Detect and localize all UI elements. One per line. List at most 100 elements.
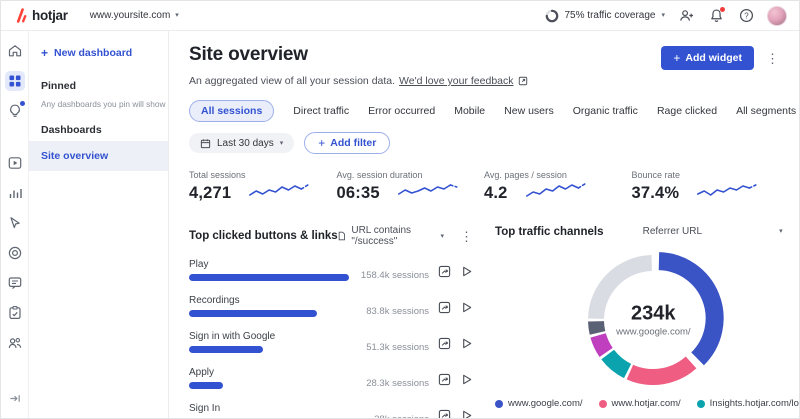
stat-total-sessions: Total sessions 4,271 [189,170,337,205]
widget-header: Top traffic channels Referrer URL ▾ ⋮ [495,225,799,238]
donut-segment-0[interactable] [658,252,724,366]
segment-tab-rage-clicked[interactable]: Rage clicked [657,105,717,117]
rail-item-heatmaps[interactable] [5,213,25,233]
bar-sessions-value: 51.3k sessions [366,342,430,353]
add-widget-label: Add widget [685,52,742,64]
sparkline-chart [525,183,586,197]
icon-rail [1,31,29,418]
legend-item-1[interactable]: www.hotjar.com/ [598,398,681,409]
rail-item-trends[interactable] [5,183,25,203]
bar-row-sign-in-with-google: Sign in with Google 51.3k sessions [189,331,473,353]
page-subtitle: An aggregated view of all your session d… [189,75,779,87]
help-button[interactable]: ? [737,7,755,25]
chevron-down-icon: ▾ [440,232,445,240]
stat-line: 4,271 [189,182,337,205]
stat-label: Avg. session duration [336,170,423,180]
segment-tab-mobile[interactable]: Mobile [454,105,485,117]
rail-item-goals[interactable] [5,243,25,263]
page-kebab-menu[interactable]: ⋮ [766,52,779,65]
notification-dot [720,6,725,12]
play-recordings-button[interactable] [460,409,473,418]
title-row: Site overview + Add widget ⋮ [189,44,779,70]
stat-line: 4.2 [484,182,632,205]
donut-legend: www.google.com/www.hotjar.com/Insights.h… [495,398,799,409]
add-filter-button[interactable]: + Add filter [304,132,391,154]
segment-tab-all-sessions[interactable]: All sessions [189,100,275,122]
site-selector-value: www.yoursite.com [89,10,171,21]
play-recordings-button[interactable] [460,373,473,391]
calendar-icon [200,138,211,148]
feedback-link[interactable]: We'd love your feedback [399,75,513,87]
rail-item-interviews[interactable] [5,333,25,353]
traffic-coverage-label: 75% traffic coverage [564,10,656,21]
open-heatmap-button[interactable] [438,373,451,391]
donut-segment-3[interactable] [590,332,614,358]
url-filter-dropdown[interactable]: URL contains "/success" ▾ [338,225,444,247]
hotjar-logo[interactable]: hotjar [13,8,68,23]
invite-user-button[interactable] [677,7,695,25]
play-recordings-button[interactable] [460,337,473,355]
stat-value: 06:35 [336,184,380,202]
date-range-label: Last 30 days [217,137,274,149]
play-recordings-button[interactable] [460,301,473,319]
open-heatmap-icon [438,373,451,386]
site-selector[interactable]: www.yoursite.com ▾ [90,10,179,21]
open-heatmap-button[interactable] [438,409,451,418]
recordings-icon [8,157,21,169]
segment-tab-new-users[interactable]: New users [504,105,554,117]
clicked-bar-list: Play 158.4k sessions Recordings 83.8k se… [189,259,473,418]
open-heatmap-button[interactable] [438,337,451,355]
rail-item-feedback[interactable] [5,273,25,293]
donut-segment-2[interactable] [601,349,632,379]
donut-segment-1[interactable] [626,356,697,385]
segment-tab-organic-traffic[interactable]: Organic traffic [573,105,638,117]
bar-row-recordings: Recordings 83.8k sessions [189,295,473,317]
stat-avg-pages-session: Avg. pages / session 4.2 [484,170,632,205]
open-heatmap-button[interactable] [438,301,451,319]
date-range-dropdown[interactable]: Last 30 days ▾ [189,133,295,153]
plus-icon: + [673,51,681,65]
interviews-icon [8,337,21,349]
rail-item-surveys[interactable] [5,303,25,323]
open-heatmap-icon [438,337,451,350]
all-segments-dropdown[interactable]: All segments 11 ▾ [736,105,799,117]
bar-group: Apply [189,367,349,389]
sidebar-item-site-overview[interactable]: Site overview [29,141,168,171]
play-recordings-button[interactable] [460,265,473,283]
open-heatmap-icon [438,301,451,314]
widget-top-traffic: Top traffic channels Referrer URL ▾ ⋮ 23… [481,225,799,418]
legend-label: Insights.hotjar.com/login [709,398,799,409]
play-recordings-icon [463,374,472,385]
filter-row: Last 30 days ▾ + Add filter [189,132,779,154]
donut-chart: 234k www.google.com/ [495,242,799,394]
donut-chart-svg[interactable] [548,242,758,394]
segment-tab-direct-traffic[interactable]: Direct traffic [293,105,349,117]
stat-line: 37.4% [632,182,780,205]
segment-tab-error-occurred[interactable]: Error occurred [368,105,435,117]
bar-track [189,274,349,281]
legend-item-0[interactable]: www.google.com/ [495,398,583,409]
widget-kebab-menu[interactable]: ⋮ [460,230,473,243]
stat-value: 4,271 [189,184,232,202]
new-dashboard-button[interactable]: + New dashboard [29,41,168,65]
legend-item-2[interactable]: Insights.hotjar.com/login [696,398,799,409]
donut-segment-4[interactable] [588,320,606,335]
rail-item-insights[interactable] [5,101,25,121]
legend-label: www.google.com/ [508,398,583,409]
bar-track [189,382,349,389]
notifications-button[interactable] [707,6,725,25]
traffic-coverage-control[interactable]: 75% traffic coverage ▾ [545,9,665,23]
collapse-sidebar-button[interactable] [8,392,21,410]
goals-icon [8,246,21,260]
open-heatmap-button[interactable] [438,265,451,283]
donut-segment-5[interactable] [588,255,653,320]
legend-dot-icon [495,399,504,408]
rail-item-home[interactable] [5,41,25,61]
user-avatar[interactable] [767,5,787,26]
rail-item-dashboards[interactable] [4,71,25,91]
pinned-empty-hint: Any dashboards you pin will show here [41,99,168,109]
bar-fill [189,310,317,317]
rail-item-recordings[interactable] [5,153,25,173]
add-widget-button[interactable]: + Add widget [661,46,754,70]
referrer-dropdown[interactable]: Referrer URL ▾ [643,226,783,237]
